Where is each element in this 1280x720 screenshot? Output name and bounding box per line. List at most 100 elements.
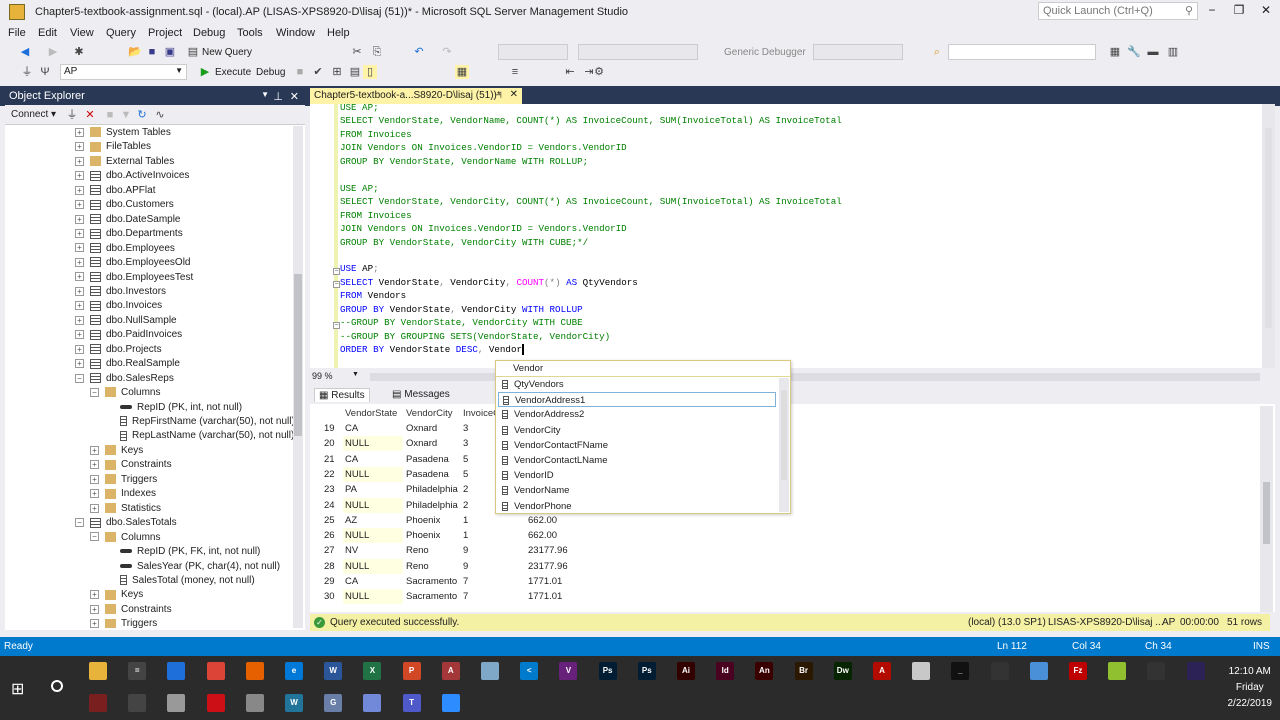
animate-icon[interactable]: An xyxy=(755,662,774,680)
parse-icon[interactable]: ✔ xyxy=(311,65,325,79)
word-icon[interactable]: W xyxy=(324,662,343,680)
menu-view[interactable]: View xyxy=(70,27,94,39)
intellisense-item[interactable]: VendorPhone xyxy=(498,499,776,514)
table-cell[interactable]: NV xyxy=(345,543,358,558)
activity-monitor-icon[interactable]: ∿ xyxy=(153,108,167,122)
table-cell[interactable]: Reno xyxy=(406,559,429,574)
table-cell[interactable]: 21 xyxy=(324,452,335,467)
toolbox-icon[interactable]: ▬ xyxy=(1146,45,1160,59)
undo-icon[interactable]: ↶ xyxy=(412,45,426,59)
refresh-icon[interactable]: ↻ xyxy=(135,108,149,122)
cut-icon[interactable]: ✂ xyxy=(350,45,364,59)
expand-toggle-icon[interactable]: + xyxy=(75,272,84,282)
table-cell[interactable]: 1771.01 xyxy=(528,574,562,589)
photoshop-2-icon[interactable]: Ps xyxy=(637,662,656,680)
tree-node[interactable]: + dbo.Investors xyxy=(75,285,166,299)
opera-icon[interactable] xyxy=(206,694,225,712)
table-cell[interactable]: 25 xyxy=(324,513,335,528)
wordpress-icon[interactable]: W xyxy=(285,694,303,712)
results-to-text-icon[interactable]: ▤ xyxy=(348,65,362,79)
restore-button[interactable]: ❐ xyxy=(1227,3,1251,19)
column-header[interactable]: VendorState xyxy=(345,406,397,421)
table-cell[interactable]: NULL xyxy=(343,558,403,574)
forward-icon[interactable]: ▶ xyxy=(46,45,60,59)
search-circle-icon[interactable] xyxy=(51,680,63,692)
menu-help[interactable]: Help xyxy=(327,27,350,39)
expand-toggle-icon[interactable]: + xyxy=(75,344,84,354)
table-cell[interactable]: 26 xyxy=(324,528,335,543)
new-project-icon[interactable]: ✱ xyxy=(72,45,86,59)
expand-toggle-icon[interactable]: + xyxy=(75,330,84,340)
table-cell[interactable]: NULL xyxy=(343,497,403,513)
table-cell[interactable]: Reno xyxy=(406,543,429,558)
powerpoint-icon[interactable]: P xyxy=(402,662,421,680)
expand-toggle-icon[interactable]: + xyxy=(75,257,84,267)
zoom-level[interactable]: 99 % xyxy=(312,371,333,381)
store-icon[interactable] xyxy=(167,662,186,680)
menu-query[interactable]: Query xyxy=(106,27,136,39)
table-cell[interactable]: CA xyxy=(345,574,358,589)
intellisense-item[interactable]: VendorAddress2 xyxy=(498,407,776,422)
properties-icon[interactable]: ▦ xyxy=(1108,45,1122,59)
expand-toggle-icon[interactable]: + xyxy=(75,301,84,311)
menu-window[interactable]: Window xyxy=(276,27,315,39)
table-cell[interactable]: 20 xyxy=(324,436,335,451)
results-scrollbar-thumb[interactable] xyxy=(1263,482,1270,544)
expand-toggle-icon[interactable]: + xyxy=(90,474,99,484)
tree-node[interactable]: + dbo.Projects xyxy=(75,343,162,357)
table-cell[interactable]: 1771.01 xyxy=(528,589,562,604)
stop-icon[interactable]: ■ xyxy=(103,108,117,122)
connect-plug-icon[interactable]: ⏚ xyxy=(65,108,79,122)
visual-studio-icon[interactable]: V xyxy=(559,662,578,680)
specify-values-icon[interactable]: ⚙ xyxy=(592,65,606,79)
table-cell[interactable]: Philadelphia xyxy=(406,498,458,513)
app-2-icon[interactable] xyxy=(990,662,1009,680)
table-cell[interactable]: 3 xyxy=(463,421,468,436)
disconnect-icon[interactable]: ✕ xyxy=(83,108,97,122)
tree-node[interactable]: + dbo.Employees xyxy=(75,242,175,256)
expand-toggle-icon[interactable]: + xyxy=(90,619,99,628)
teams-icon[interactable]: T xyxy=(402,694,421,712)
table-cell[interactable]: 662.00 xyxy=(528,513,557,528)
tab-results[interactable]: ▦ Results xyxy=(314,388,370,402)
table-cell[interactable]: 9 xyxy=(463,559,468,574)
intellisense-item[interactable]: VendorContactLName xyxy=(498,453,776,468)
tree-node[interactable]: + Triggers xyxy=(90,473,157,487)
expand-toggle-icon[interactable]: + xyxy=(75,359,84,369)
tree-node[interactable]: + dbo.Customers xyxy=(75,198,174,212)
intellisense-scrollbar-thumb[interactable] xyxy=(781,390,787,480)
tree-node[interactable]: SalesYear (PK, char(4), not null) xyxy=(105,560,280,574)
tree-node[interactable]: + Statistics xyxy=(90,502,161,516)
tree-node[interactable]: + FileTables xyxy=(75,140,151,154)
table-cell[interactable]: CA xyxy=(345,421,358,436)
discord-icon[interactable] xyxy=(363,694,382,712)
system-clock[interactable]: 12:10 AM Friday 2/22/2019 xyxy=(1228,664,1273,712)
table-cell[interactable]: NULL xyxy=(343,466,403,482)
bridge-icon[interactable]: Br xyxy=(794,662,813,680)
chrome-icon[interactable] xyxy=(206,662,225,680)
indesign-icon[interactable]: Id xyxy=(716,662,735,680)
table-cell[interactable]: Sacramento xyxy=(406,589,457,604)
expand-toggle-icon[interactable]: − xyxy=(75,518,84,527)
illustrator-icon[interactable]: Ai xyxy=(677,662,695,680)
menu-debug[interactable]: Debug xyxy=(193,27,225,39)
expand-toggle-icon[interactable]: + xyxy=(75,171,84,181)
intellisense-item[interactable]: QtyVendors xyxy=(498,377,776,392)
expand-toggle-icon[interactable]: + xyxy=(90,604,99,614)
window-icon[interactable]: ▥ xyxy=(1166,45,1180,59)
minimize-button[interactable]: − xyxy=(1200,3,1224,19)
connect-icon[interactable]: ⏚ xyxy=(20,65,34,79)
tree-node[interactable]: + dbo.APFlat xyxy=(75,184,155,198)
ssms-icon[interactable] xyxy=(912,662,931,680)
tree-node[interactable]: + dbo.DateSample xyxy=(75,213,181,227)
debug-button[interactable]: Debug xyxy=(256,67,285,78)
acrobat-icon[interactable]: A xyxy=(873,662,891,680)
table-cell[interactable]: 23 xyxy=(324,482,335,497)
tree-node[interactable]: + dbo.Departments xyxy=(75,227,183,241)
save-icon[interactable]: ■ xyxy=(145,45,159,59)
expand-toggle-icon[interactable]: + xyxy=(75,214,84,224)
find-icon[interactable]: ⌕ xyxy=(930,45,944,59)
table-cell[interactable]: CA xyxy=(345,452,358,467)
tree-node[interactable]: + dbo.EmployeesTest xyxy=(75,271,193,285)
table-cell[interactable]: 23177.96 xyxy=(528,559,568,574)
